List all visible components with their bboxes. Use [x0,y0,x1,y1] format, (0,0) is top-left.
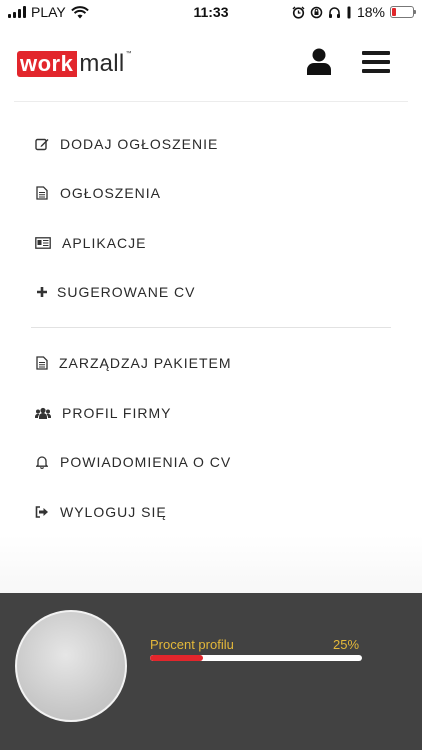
plus-icon [35,285,49,299]
profile-progress-fill [150,655,203,661]
menu-item-company-profile[interactable]: PROFIL FIRMY [35,401,172,425]
menu-item-ads[interactable]: OGŁOSZENIA [35,181,161,205]
battery-level [392,8,396,16]
status-bar: PLAY 11:33 18% [0,0,422,24]
menu-item-label: ZARZĄDZAJ PAKIETEM [59,355,232,371]
menu-item-label: OGŁOSZENIA [60,185,162,201]
bell-icon [35,455,49,469]
menu-item-label: PROFIL FIRMY [62,405,172,421]
logo-mall-text: mall [79,50,125,77]
profile-progress-value: 25% [333,637,360,652]
menu-item-label: POWIADOMIENIA O CV [60,454,232,470]
logo-trademark: ™ [125,51,132,57]
id-card-icon [35,236,51,250]
status-left: PLAY [8,4,89,20]
sign-out-icon [35,505,49,519]
battery-icon [390,6,416,18]
profile-progress-label: Procent profilu [150,637,234,652]
menu-item-label: WYLOGUJ SIĘ [60,504,167,520]
alarm-icon [292,6,305,19]
menu-item-applications[interactable]: APLIKACJE [35,231,146,255]
logo-work-text: work [17,51,78,77]
document-icon [35,186,49,200]
rotation-lock-icon [310,6,323,18]
headphones-icon [328,6,340,18]
menu-item-label: APLIKACJE [62,235,147,251]
users-icon [35,406,51,420]
document-icon [35,356,49,370]
profile-progress-bar [150,655,362,661]
user-icon[interactable] [306,48,332,76]
menu-item-suggested-cv[interactable]: SUGEROWANE CV [35,280,196,304]
wifi-icon [70,5,89,18]
menu-item-label: SUGEROWANE CV [57,284,196,300]
profile-panel: Procent profilu 25% [0,593,422,750]
charging-icon [347,6,351,18]
menu-item-label: DODAJ OGŁOSZENIE [60,136,219,152]
battery-percent: 18% [356,4,385,20]
menu-divider [31,327,391,328]
carrier-name: PLAY [31,4,66,20]
menu-item-manage-package[interactable]: ZARZĄDZAJ PAKIETEM [35,351,232,375]
avatar[interactable] [15,610,127,722]
app-header: work mall ™ [0,24,422,102]
status-right: 18% [292,4,416,20]
menu-item-logout[interactable]: WYLOGUJ SIĘ [35,500,167,524]
menu-item-cv-notifications[interactable]: POWIADOMIENIA O CV [35,450,231,474]
header-divider [14,101,408,102]
signal-icon [8,6,26,18]
hamburger-menu-icon[interactable] [362,51,390,73]
menu-item-add-ad[interactable]: DODAJ OGŁOSZENIE [35,132,218,156]
edit-icon [35,137,49,151]
workmall-logo[interactable]: work mall ™ [17,51,132,77]
menu-bottom-fade [0,535,422,593]
